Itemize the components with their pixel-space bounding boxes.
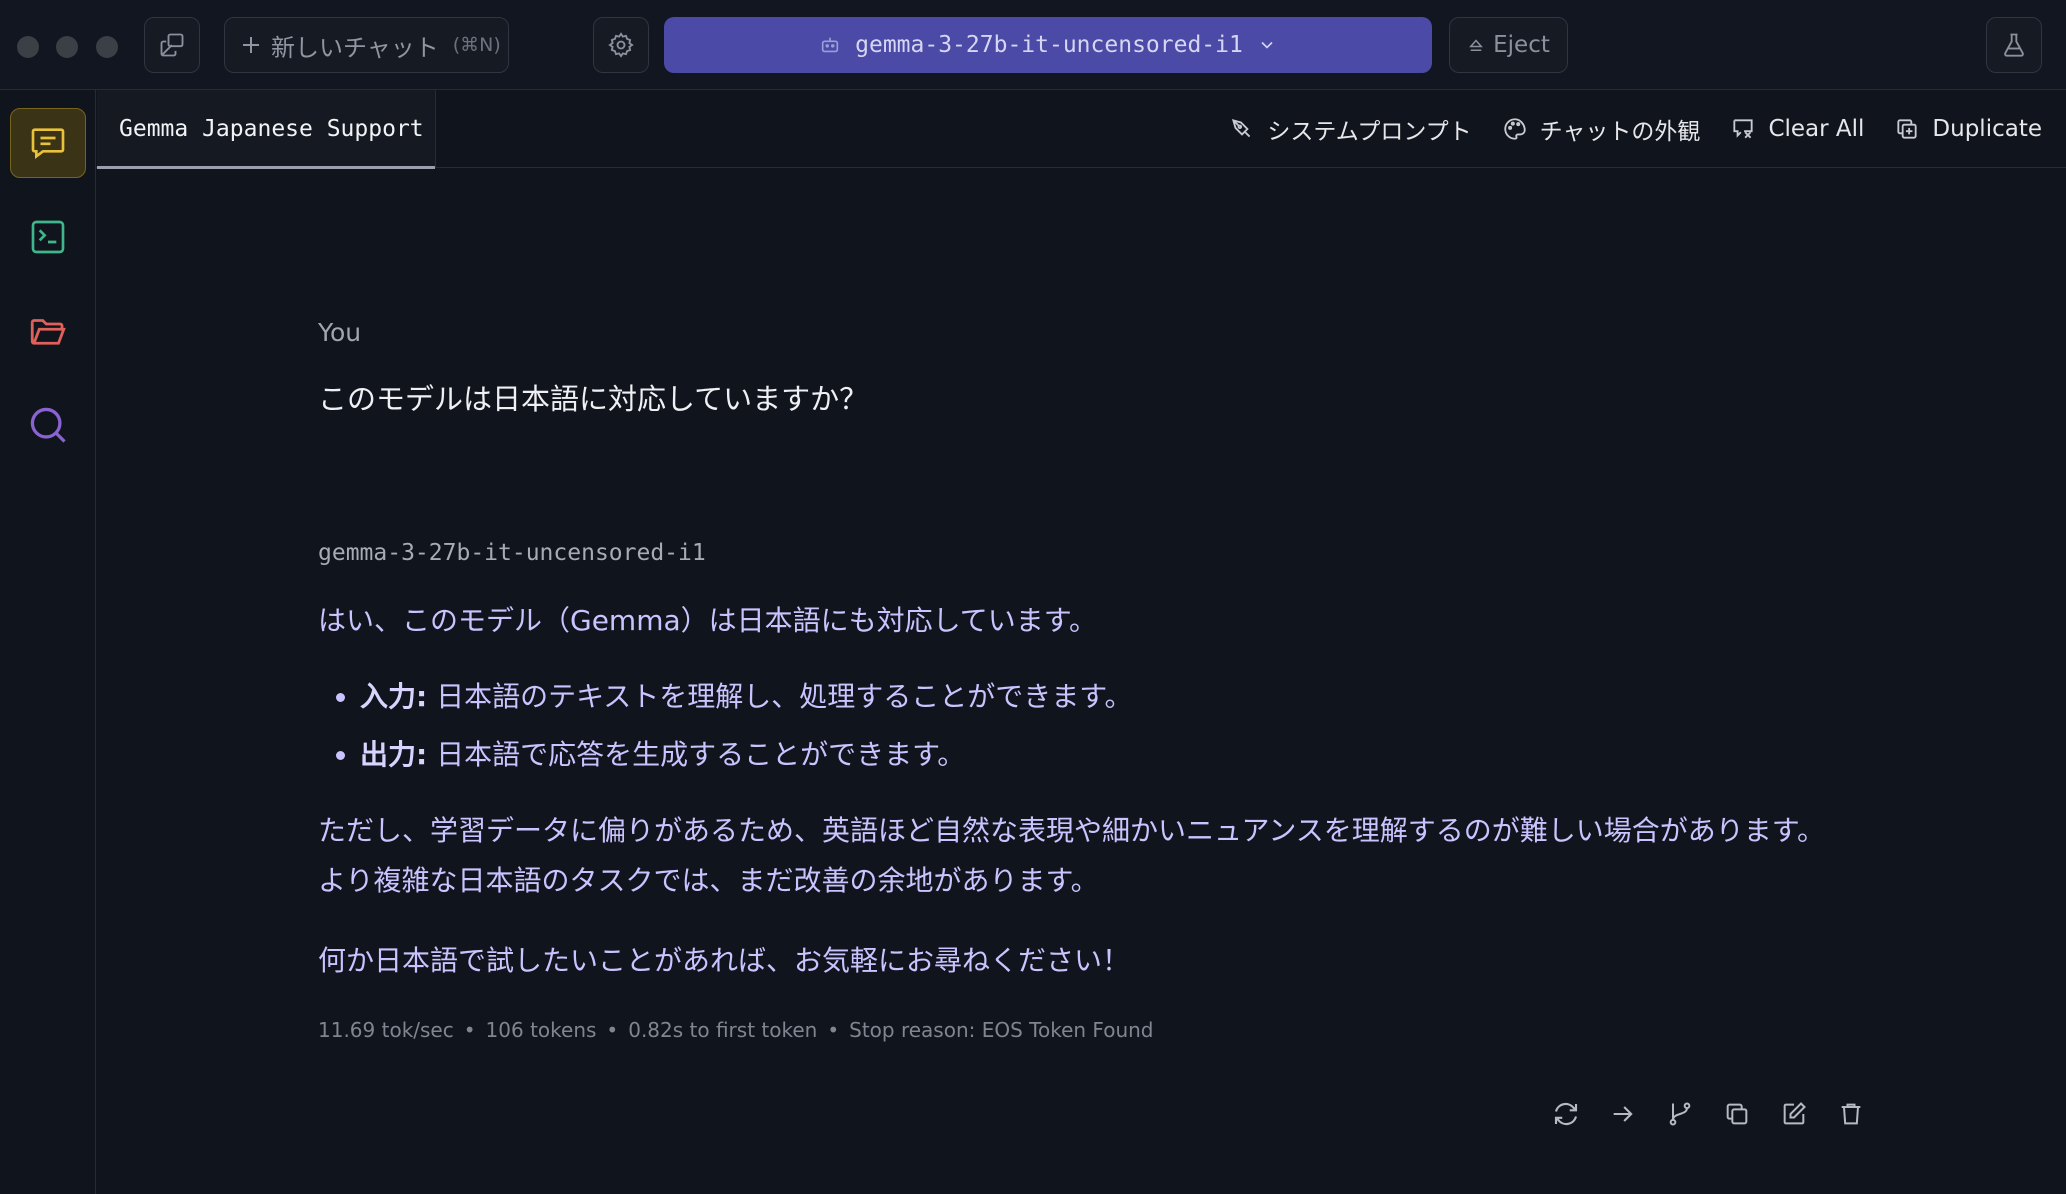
new-chat-button[interactable]: 新しいチャット (⌘N)	[224, 17, 509, 73]
clear-all-label: Clear All	[1768, 116, 1865, 142]
chat-tab-title: Gemma Japanese Support	[119, 116, 424, 142]
nav-my-models[interactable]	[10, 296, 86, 366]
branch-icon	[1669, 1102, 1691, 1126]
chat-tab-bar: Gemma Japanese Support システムプロンプト チャットの外観…	[96, 90, 2066, 169]
clear-all-button[interactable]: Clear All	[1730, 116, 1864, 142]
chevron-down-icon	[1261, 41, 1273, 49]
stat-speed: 11.69 tok/sec	[318, 1018, 454, 1042]
chat-appearance-label: チャットの外観	[1539, 119, 1701, 145]
bullet-text: 日本語のテキストを理解し、処理することができます。	[427, 680, 1133, 713]
answer-outro: 何か日本語で試したいことがあれば、お気軽にお尋ねください！	[318, 944, 1131, 977]
chat-actions: システムプロンプト チャットの外観 Clear All Duplicate	[1229, 90, 2042, 168]
nav-discover[interactable]	[10, 390, 86, 460]
folder-open-icon	[30, 319, 66, 345]
left-navigation-rail	[0, 90, 96, 1194]
answer-bullet-list: 入力: 日本語のテキストを理解し、処理することができます。 出力: 日本語で応答…	[318, 668, 1838, 784]
copy-icon	[1726, 1103, 1748, 1125]
nav-chat[interactable]	[10, 108, 86, 178]
popout-button[interactable]	[144, 17, 200, 73]
settings-button[interactable]	[593, 17, 649, 73]
eject-button[interactable]: Eject	[1449, 17, 1568, 73]
generation-stats: 11.69 tok/sec • 106 tokens • 0.82s to fi…	[318, 1018, 1154, 1042]
assistant-message: はい、このモデル（Gemma）は日本語にも対応しています。 入力: 日本語のテキ…	[318, 596, 1838, 986]
window-close-button[interactable]	[17, 36, 39, 58]
clear-chat-icon	[1733, 119, 1754, 139]
stat-first-token: 0.82s to first token	[628, 1018, 818, 1042]
bullet-label: 出力:	[360, 738, 428, 771]
terminal-icon	[31, 220, 65, 254]
gear-icon	[608, 32, 634, 58]
duplicate-button[interactable]: Duplicate	[1894, 116, 2042, 142]
title-bar: 新しいチャット (⌘N) gemma-3-27b-it-uncensored-i…	[0, 0, 2066, 90]
answer-caveat: ただし、学習データに偏りがあるため、英語ほど自然な表現や細かいニュアンスを理解す…	[318, 814, 1825, 897]
window-zoom-button[interactable]	[96, 36, 118, 58]
new-chat-label: 新しいチャット	[271, 33, 439, 62]
edit-icon	[1783, 1102, 1806, 1125]
stat-stop-reason: Stop reason: EOS Token Found	[849, 1018, 1154, 1042]
message-action-bar	[1550, 1098, 1867, 1130]
new-chat-shortcut: (⌘N)	[452, 34, 501, 56]
stat-separator: •	[827, 1018, 840, 1042]
robot-icon	[821, 37, 839, 53]
plus-icon	[243, 37, 259, 53]
model-selector[interactable]: gemma-3-27b-it-uncensored-i1	[664, 17, 1432, 73]
chat-bubble-icon	[31, 128, 65, 159]
window-minimize-button[interactable]	[56, 36, 78, 58]
user-message: このモデルは日本語に対応していますか？	[318, 382, 869, 416]
pen-tool-icon	[1232, 118, 1251, 138]
model-selector-label: gemma-3-27b-it-uncensored-i1	[855, 32, 1243, 58]
eject-label: Eject	[1493, 32, 1550, 58]
popout-icon	[160, 33, 184, 57]
labs-button[interactable]	[1986, 17, 2042, 73]
answer-intro: はい、このモデル（Gemma）は日本語にも対応しています。	[318, 604, 1097, 637]
regenerate-icon	[1554, 1102, 1578, 1126]
eject-icon	[1469, 39, 1484, 51]
nav-developer[interactable]	[10, 202, 86, 272]
stat-separator: •	[463, 1018, 476, 1042]
continue-button[interactable]	[1607, 1098, 1639, 1130]
bullet-label: 入力:	[360, 680, 428, 713]
search-icon	[30, 407, 66, 443]
chat-appearance-button[interactable]: チャットの外観	[1502, 112, 1701, 146]
bullet-text: 日本語で応答を生成することができます。	[427, 738, 966, 771]
assistant-sender-label: gemma-3-27b-it-uncensored-i1	[318, 540, 706, 566]
delete-button[interactable]	[1835, 1098, 1867, 1130]
palette-icon	[1503, 118, 1526, 140]
branch-button[interactable]	[1664, 1098, 1696, 1130]
user-sender-label: You	[318, 318, 362, 347]
list-item: 出力: 日本語で応答を生成することができます。	[360, 726, 1838, 784]
duplicate-label: Duplicate	[1932, 116, 2042, 142]
edit-button[interactable]	[1778, 1098, 1810, 1130]
list-item: 入力: 日本語のテキストを理解し、処理することができます。	[360, 668, 1838, 726]
system-prompt-label: システムプロンプト	[1267, 119, 1472, 145]
arrow-right-icon	[1613, 1106, 1633, 1122]
flask-icon	[2004, 33, 2024, 57]
stat-tokens: 106 tokens	[485, 1018, 597, 1042]
regenerate-button[interactable]	[1550, 1098, 1582, 1130]
system-prompt-button[interactable]: システムプロンプト	[1229, 112, 1472, 146]
duplicate-icon	[1897, 119, 1918, 139]
trash-icon	[1841, 1103, 1861, 1125]
stat-separator: •	[606, 1018, 619, 1042]
chat-tab-active[interactable]: Gemma Japanese Support	[97, 90, 436, 169]
copy-button[interactable]	[1721, 1098, 1753, 1130]
